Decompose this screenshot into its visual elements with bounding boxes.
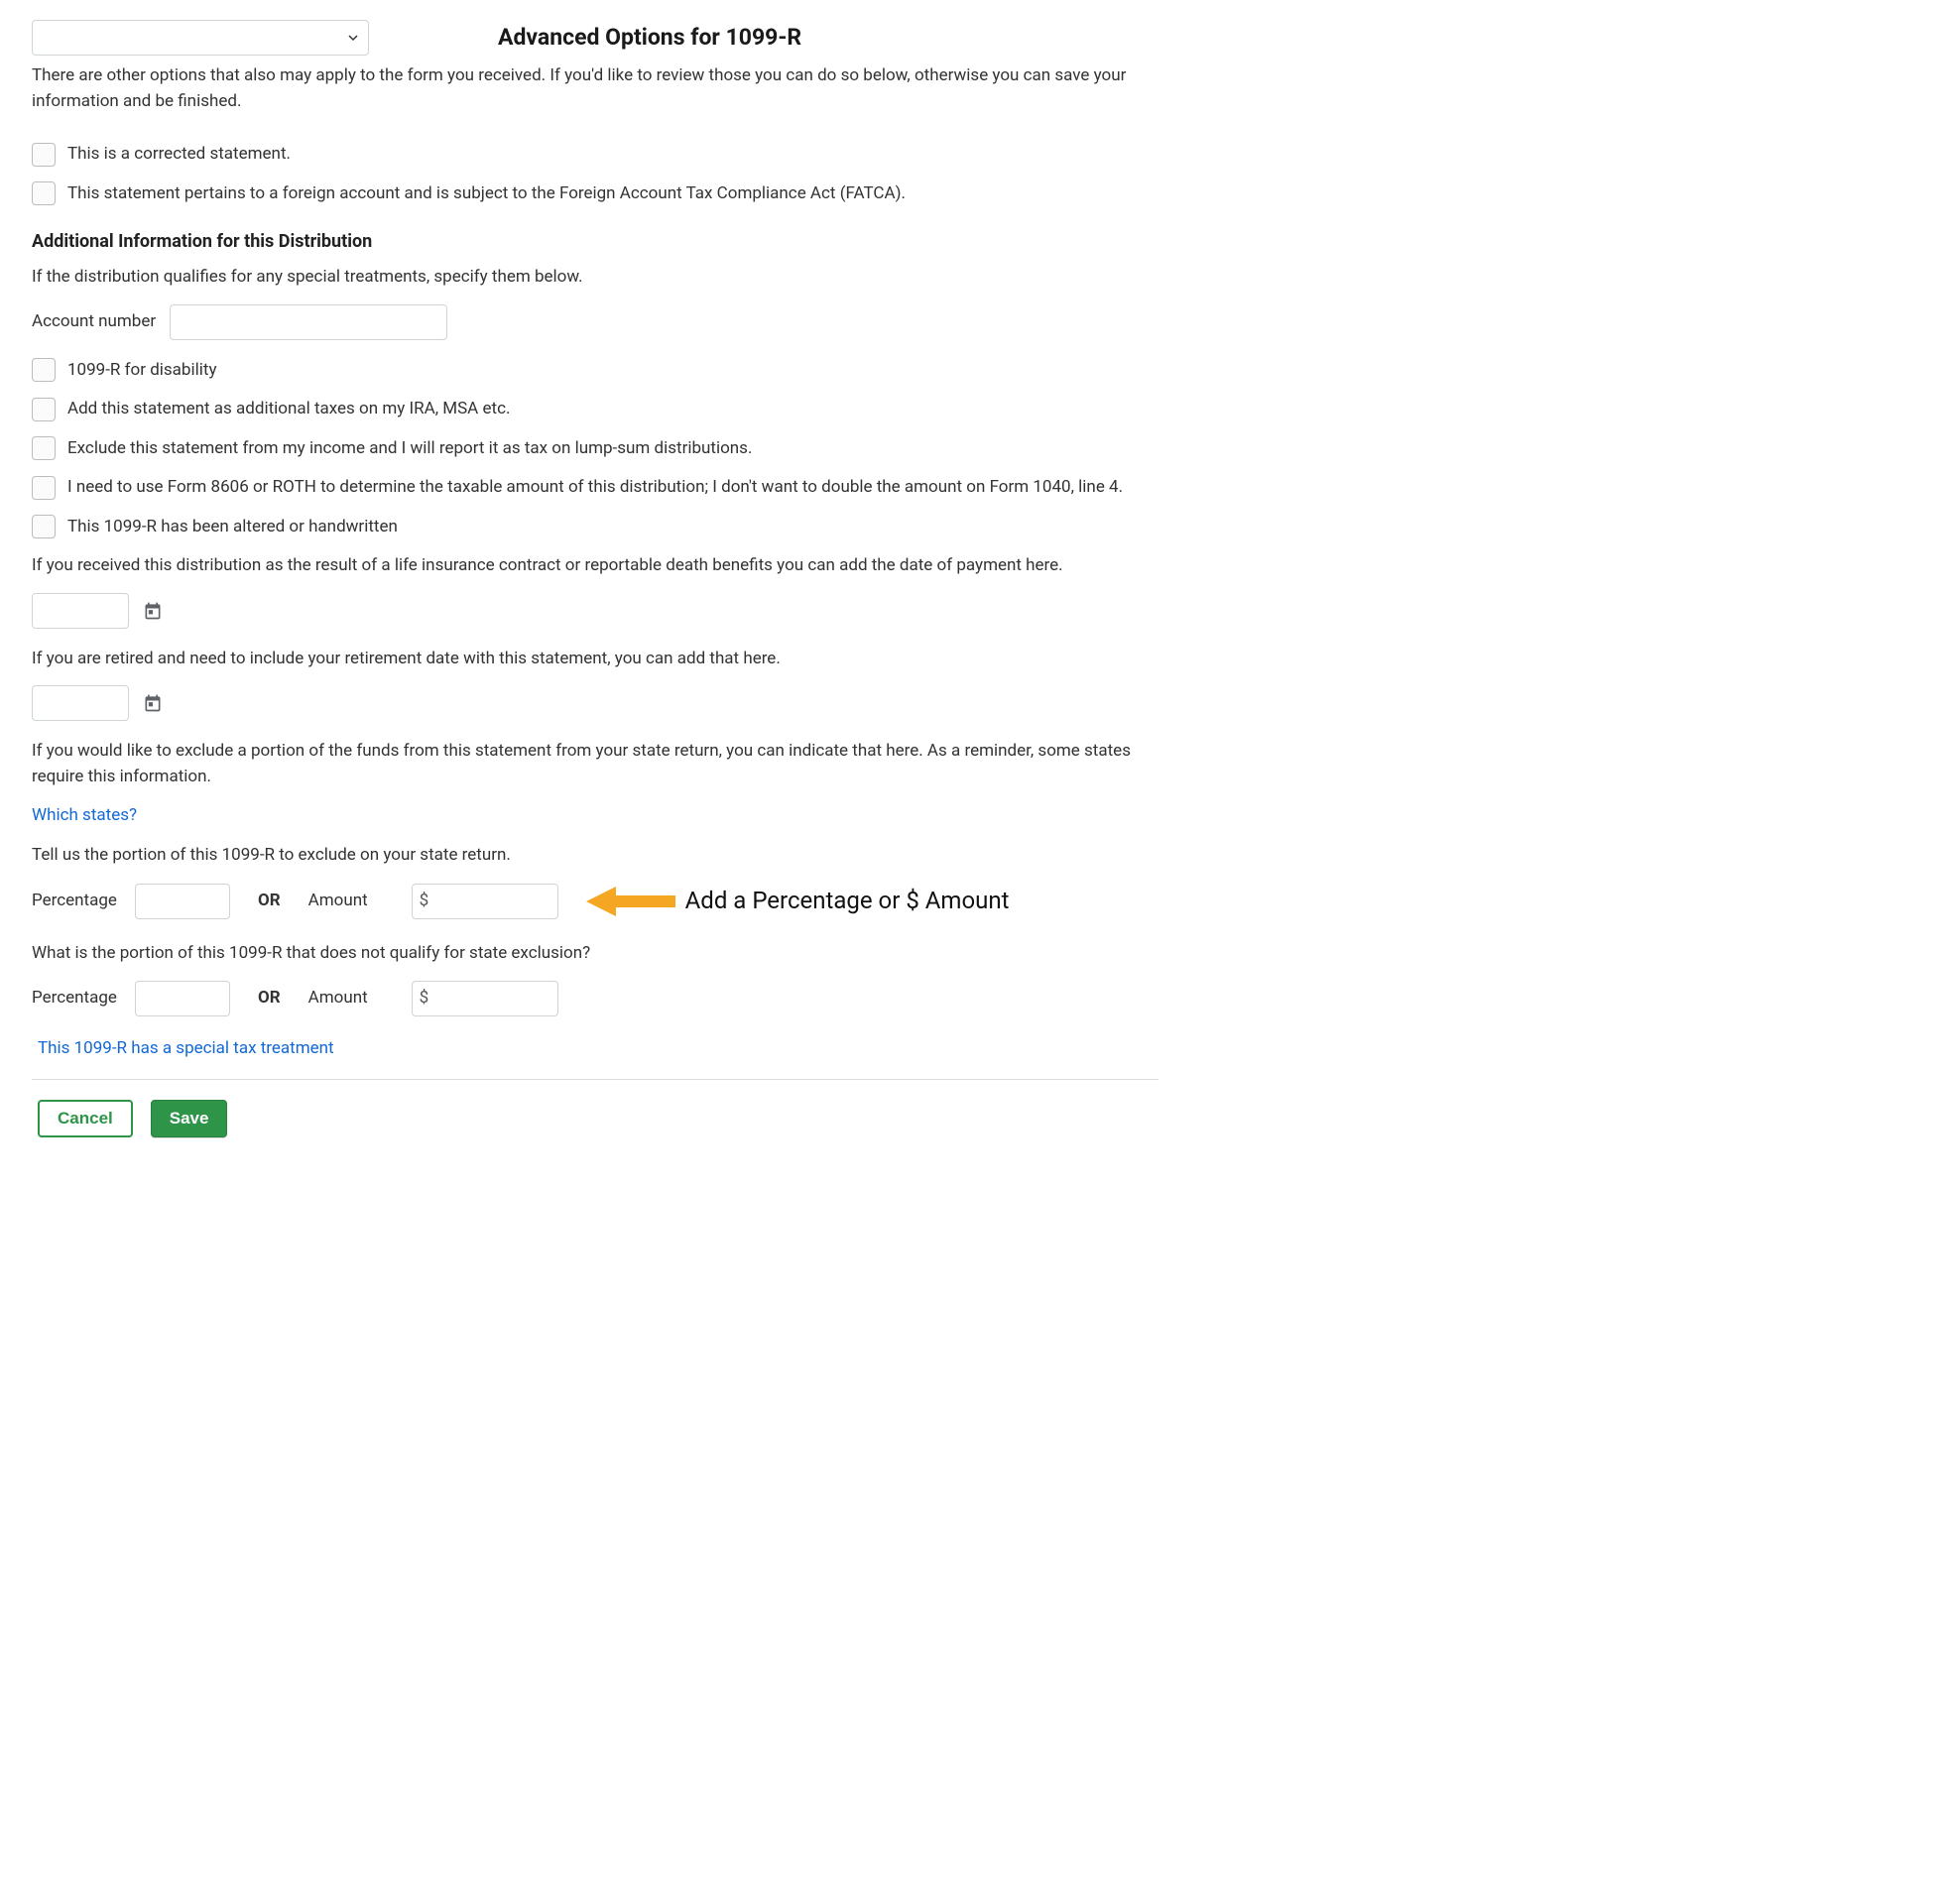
top-select[interactable] <box>32 20 369 56</box>
cancel-button[interactable]: Cancel <box>38 1100 133 1137</box>
notqualify-amount-label: Amount <box>308 986 398 1012</box>
corrected-label: This is a corrected statement. <box>67 142 291 168</box>
altered-checkbox[interactable] <box>32 515 56 538</box>
disability-label: 1099-R for disability <box>67 358 217 384</box>
which-states-link[interactable]: Which states? <box>32 805 137 825</box>
tell-us-text: Tell us the portion of this 1099-R to ex… <box>32 843 1159 869</box>
life-insurance-date-input[interactable] <box>32 593 129 629</box>
additional-heading: Additional Information for this Distribu… <box>32 228 1159 255</box>
divider <box>32 1079 1159 1080</box>
calendar-icon[interactable] <box>143 693 163 713</box>
addl-taxes-checkbox[interactable] <box>32 398 56 421</box>
arrow-left-icon <box>586 882 675 921</box>
life-insurance-desc: If you received this distribution as the… <box>32 553 1159 579</box>
fatca-label: This statement pertains to a foreign acc… <box>67 181 906 207</box>
exclude-income-checkbox[interactable] <box>32 436 56 460</box>
or-text: OR <box>258 986 281 1012</box>
account-number-input[interactable] <box>170 304 447 340</box>
altered-label: This 1099-R has been altered or handwrit… <box>67 515 398 540</box>
save-button[interactable]: Save <box>151 1100 228 1137</box>
fatca-checkbox[interactable] <box>32 181 56 205</box>
notqualify-percentage-label: Percentage <box>32 986 121 1012</box>
exclude-percentage-label: Percentage <box>32 889 121 914</box>
or-text: OR <box>258 889 281 914</box>
account-number-label: Account number <box>32 309 156 335</box>
state-exclude-intro: If you would like to exclude a portion o… <box>32 739 1159 789</box>
addl-taxes-label: Add this statement as additional taxes o… <box>67 397 510 422</box>
form8606-label: I need to use Form 8606 or ROTH to deter… <box>67 475 1123 501</box>
notqualify-percentage-input[interactable] <box>135 981 230 1016</box>
calendar-icon[interactable] <box>143 601 163 621</box>
not-qualify-text: What is the portion of this 1099-R that … <box>32 941 1159 967</box>
retirement-desc: If you are retired and need to include y… <box>32 647 1159 672</box>
notqualify-amount-input[interactable] <box>412 981 558 1016</box>
retirement-date-input[interactable] <box>32 685 129 721</box>
disability-checkbox[interactable] <box>32 358 56 382</box>
intro-text: There are other options that also may ap… <box>32 63 1159 114</box>
exclude-amount-input[interactable] <box>412 884 558 919</box>
additional-desc: If the distribution qualifies for any sp… <box>32 265 1159 291</box>
corrected-checkbox[interactable] <box>32 143 56 167</box>
page-title: Advanced Options for 1099-R <box>498 21 801 56</box>
form8606-checkbox[interactable] <box>32 476 56 500</box>
exclude-percentage-input[interactable] <box>135 884 230 919</box>
annotation-text: Add a Percentage or $ Amount <box>685 886 1010 916</box>
exclude-amount-label: Amount <box>308 889 398 914</box>
special-treatment-link[interactable]: This 1099-R has a special tax treatment <box>38 1038 334 1058</box>
exclude-income-label: Exclude this statement from my income an… <box>67 436 752 462</box>
